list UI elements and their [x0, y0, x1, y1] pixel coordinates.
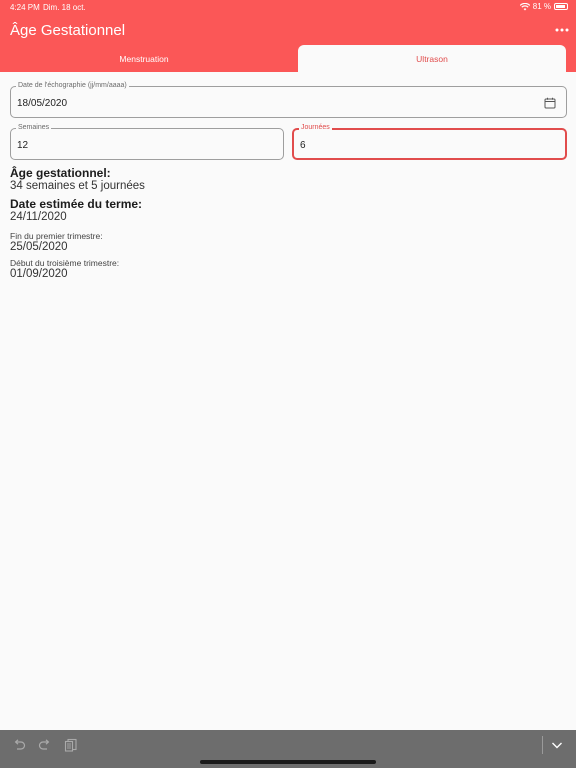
battery-percent: 81 % [532, 2, 551, 11]
weeks-input[interactable]: 12 [17, 140, 28, 151]
third-trimester-start-label: Début du troisième trimestre: [10, 258, 120, 268]
chevron-down-icon[interactable] [550, 738, 564, 752]
weeks-field[interactable]: Semaines 12 [10, 124, 284, 160]
days-label: Journées [299, 124, 332, 131]
status-time: 4:24 PM [10, 3, 40, 12]
weeks-label: Semaines [16, 124, 52, 131]
tab-menstruation[interactable]: Menstruation [0, 45, 288, 72]
status-date: Dim. 18 oct. [43, 3, 86, 12]
gestational-age-heading: Âge gestationnel: [10, 166, 111, 180]
first-trimester-end-value: 25/05/2020 [10, 241, 68, 253]
moon-icon[interactable] [528, 21, 544, 37]
clipboard-icon[interactable] [64, 738, 78, 752]
battery-icon [554, 3, 568, 10]
first-trimester-end-label: Fin du premier trimestre: [10, 231, 103, 241]
days-input[interactable]: 6 [300, 140, 306, 151]
days-field[interactable]: Journées 6 [292, 124, 567, 160]
due-date-heading: Date estimée du terme: [10, 197, 143, 211]
app-bar: 4:24 PM Dim. 18 oct. 81 % Âge Gestationn… [0, 0, 576, 72]
calendar-icon[interactable] [544, 97, 556, 109]
page-title: Âge Gestationnel [10, 22, 126, 39]
results-section: Âge gestationnel: 34 semaines et 5 journ… [10, 166, 145, 280]
tab-ultrason[interactable]: Ultrason [298, 45, 566, 72]
status-bar: 4:24 PM Dim. 18 oct. 81 % [0, 0, 576, 14]
toolbar-divider [542, 736, 543, 754]
ultrasound-date-field[interactable]: Date de l'échographie (jj/mm/aaaa) 18/05… [10, 82, 567, 118]
status-right: 81 % [519, 2, 568, 11]
more-icon[interactable] [554, 22, 570, 38]
gestational-age-value: 34 semaines et 5 journées [10, 180, 145, 192]
home-indicator [200, 760, 376, 764]
undo-icon[interactable] [12, 738, 26, 752]
tab-bar: Menstruation Ultrason [0, 45, 576, 72]
third-trimester-start-value: 01/09/2020 [10, 268, 68, 280]
due-date-value: 24/11/2020 [10, 211, 67, 223]
wifi-icon [519, 2, 530, 10]
ultrasound-date-input[interactable]: 18/05/2020 [17, 98, 67, 109]
redo-icon[interactable] [38, 738, 52, 752]
ultrasound-date-label: Date de l'échographie (jj/mm/aaaa) [16, 82, 129, 89]
